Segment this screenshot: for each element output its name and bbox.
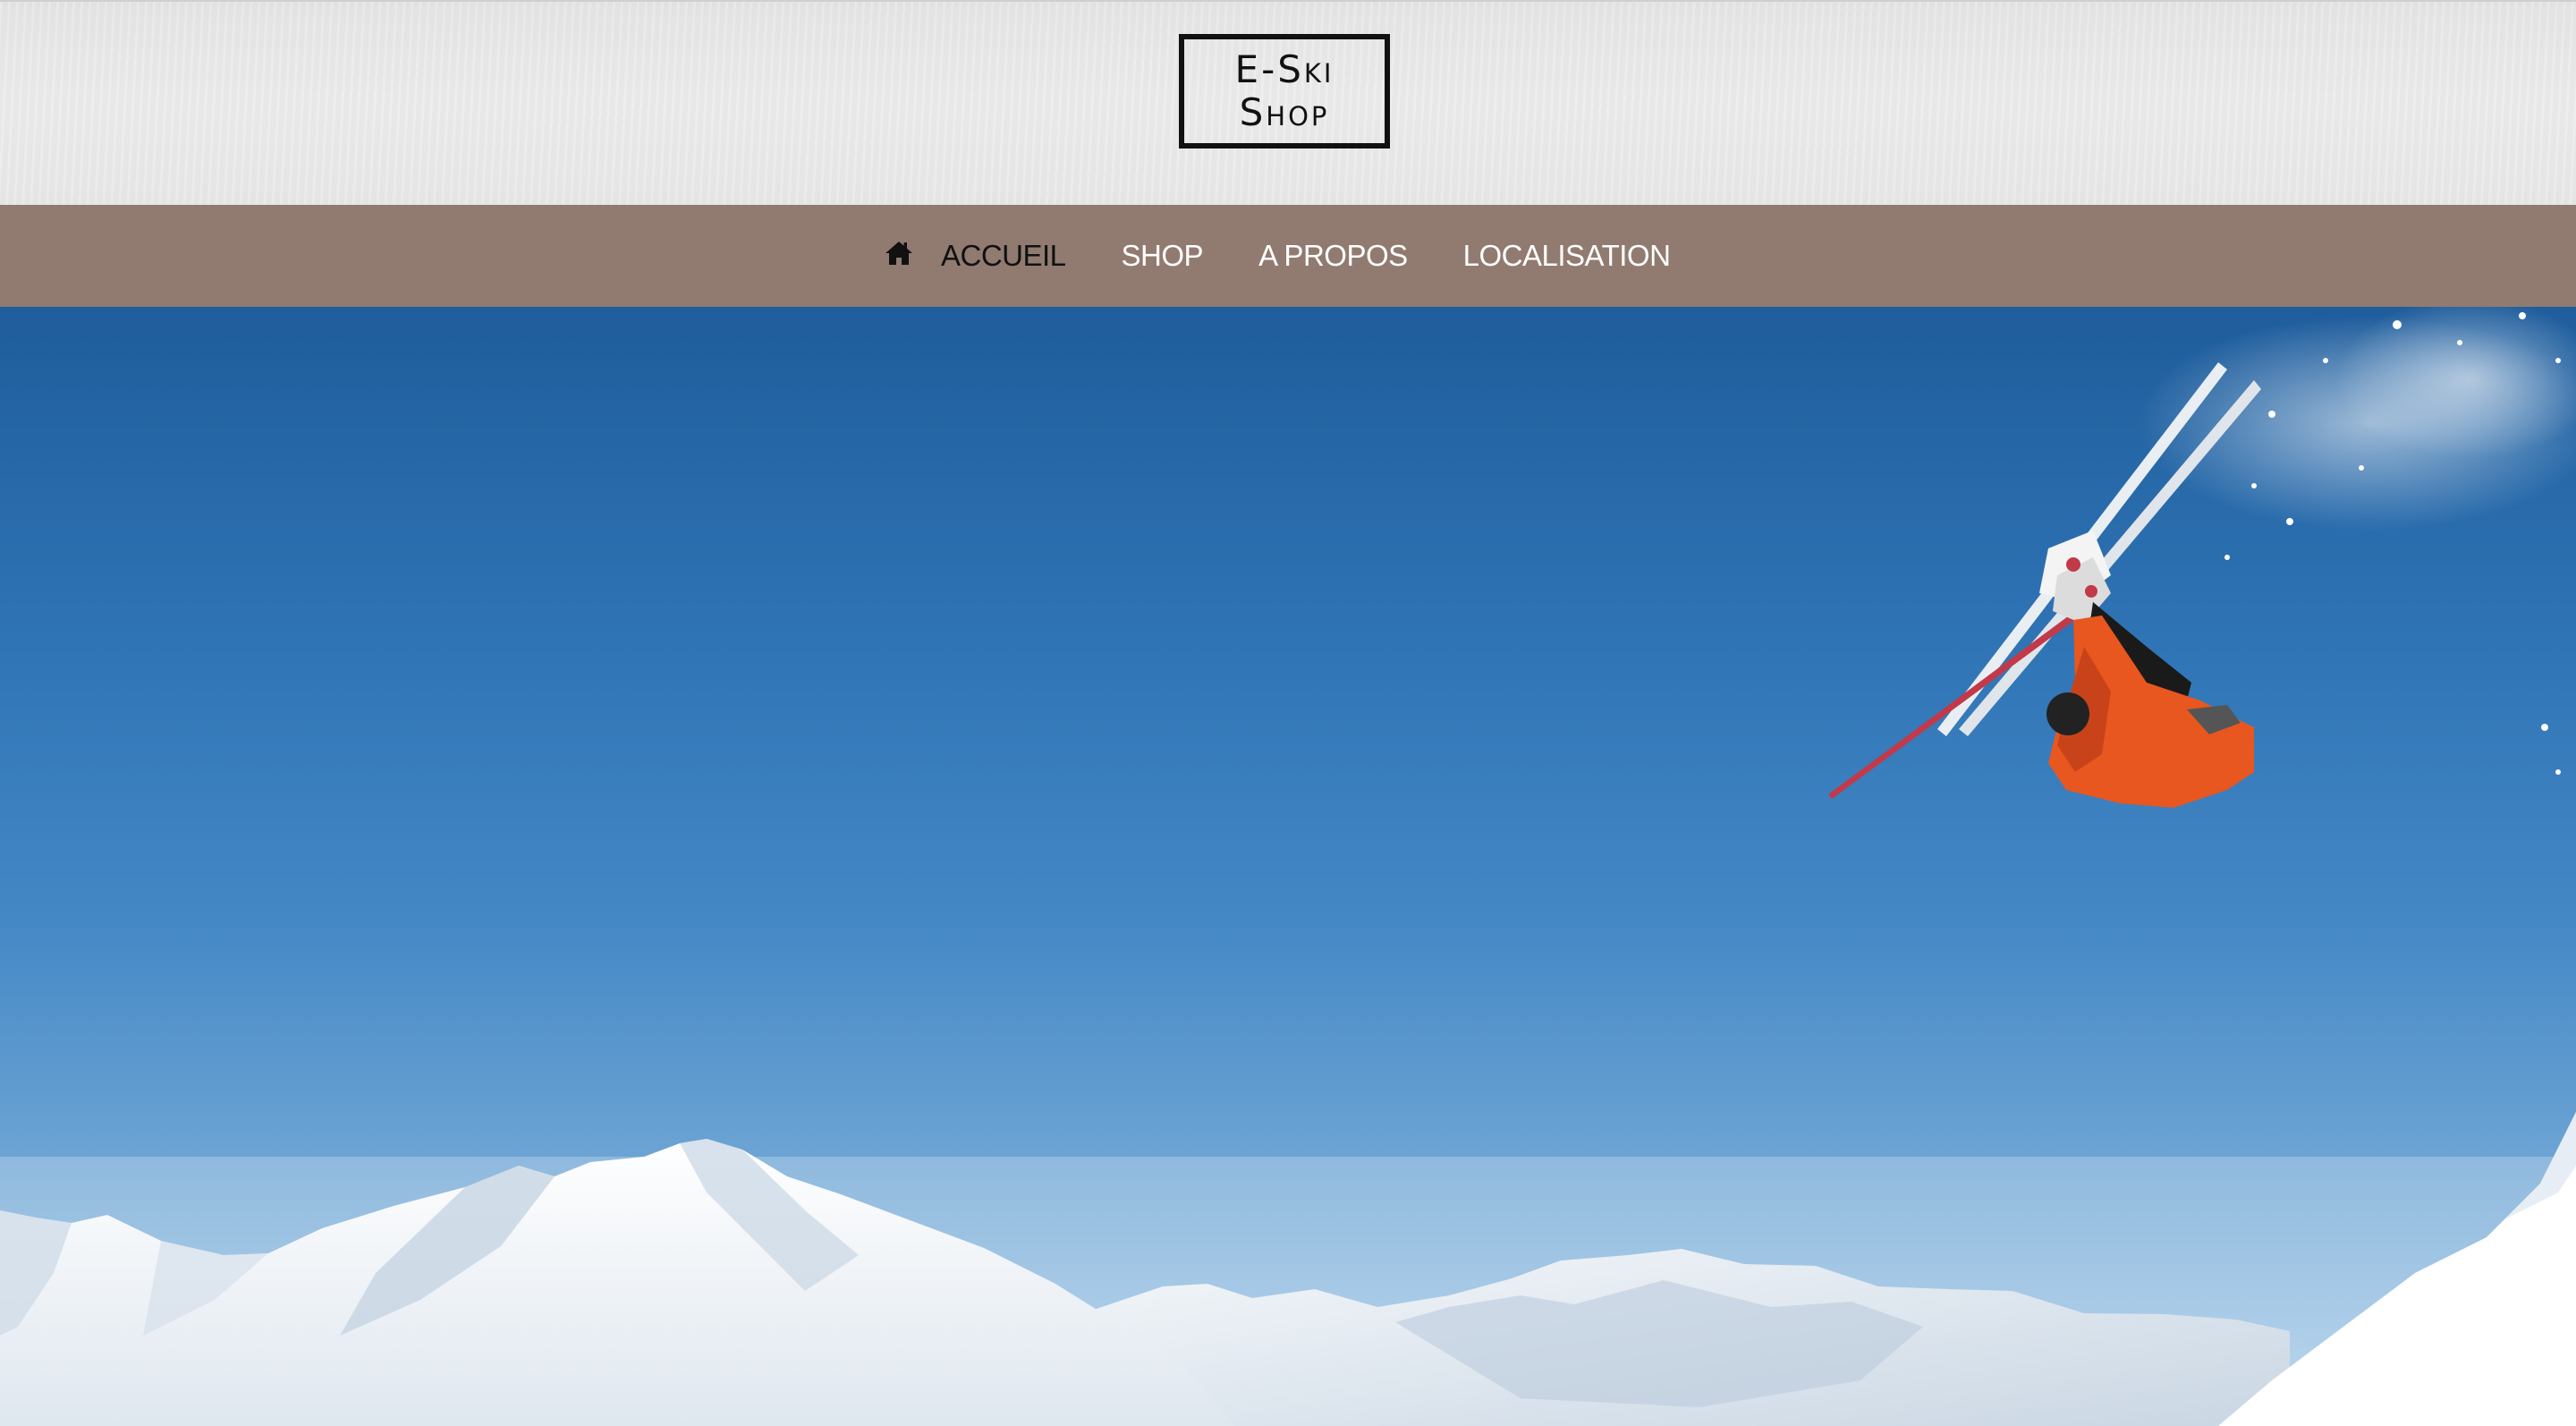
hero-banner-image xyxy=(0,307,2576,1426)
site-header: E-Ski Shop xyxy=(0,0,2576,205)
site-logo[interactable]: E-Ski Shop xyxy=(1179,34,1390,149)
logo-line-1: E-Ski xyxy=(1234,47,1335,91)
nav-item-localisation[interactable]: LOCALISATION xyxy=(1463,239,1671,273)
nav-item-shop[interactable]: SHOP xyxy=(1122,239,1204,273)
home-icon[interactable] xyxy=(884,238,914,268)
main-navbar: ACCUEIL SHOP A PROPOS LOCALISATION xyxy=(0,205,2576,307)
nav-item-accueil[interactable]: ACCUEIL xyxy=(941,239,1066,273)
hero-illustration xyxy=(0,307,2576,1426)
logo-line-2: Shop xyxy=(1239,90,1330,134)
nav-menu: ACCUEIL SHOP A PROPOS LOCALISATION xyxy=(884,205,1725,307)
nav-item-a-propos[interactable]: A PROPOS xyxy=(1258,239,1408,273)
